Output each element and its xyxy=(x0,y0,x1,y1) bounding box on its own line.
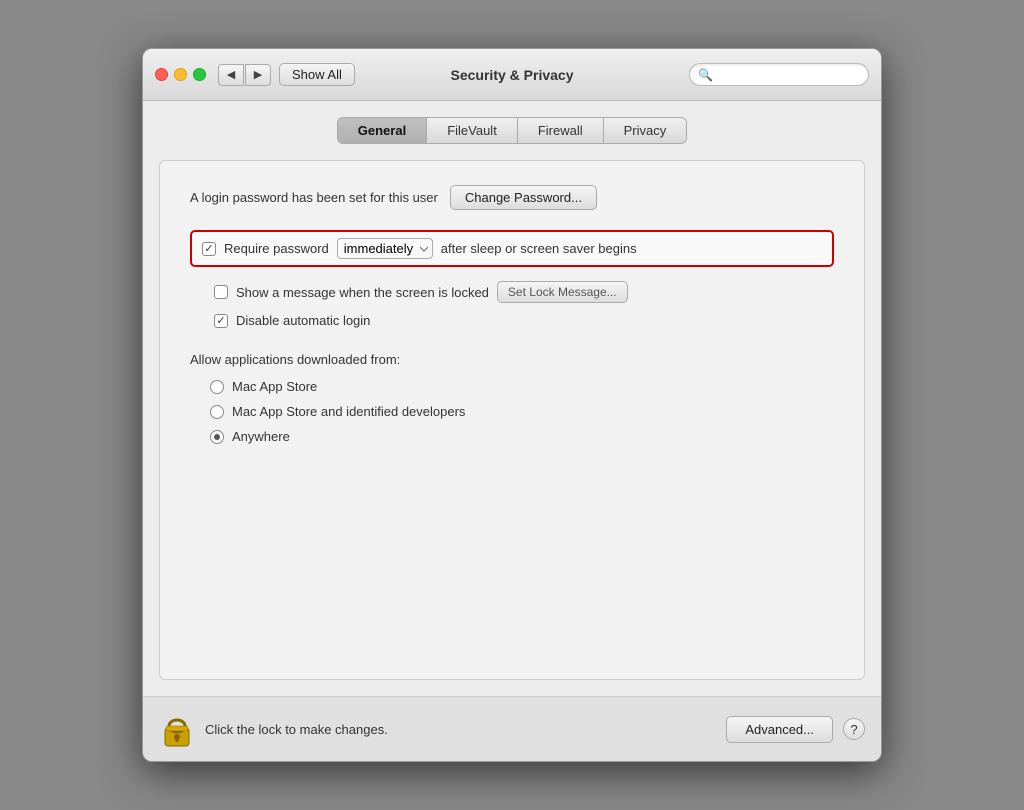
maximize-button[interactable] xyxy=(193,68,206,81)
show-message-row: Show a message when the screen is locked… xyxy=(210,281,834,303)
login-password-row: A login password has been set for this u… xyxy=(190,185,834,210)
content-area: General FileVault Firewall Privacy A log… xyxy=(143,101,881,696)
radio-label-mac-app-store: Mac App Store xyxy=(232,379,317,394)
require-password-label: Require password xyxy=(224,241,329,256)
tabs-container: General FileVault Firewall Privacy xyxy=(337,117,687,144)
require-password-checkbox[interactable] xyxy=(202,242,216,256)
disable-autologin-row: Disable automatic login xyxy=(210,313,834,328)
lock-text: Click the lock to make changes. xyxy=(205,722,716,737)
disable-autologin-label: Disable automatic login xyxy=(236,313,370,328)
show-message-label: Show a message when the screen is locked xyxy=(236,285,489,300)
search-box[interactable]: 🔍 xyxy=(689,63,869,86)
main-panel: A login password has been set for this u… xyxy=(159,160,865,680)
set-lock-message-button[interactable]: Set Lock Message... xyxy=(497,281,628,303)
change-password-button[interactable]: Change Password... xyxy=(450,185,597,210)
radio-label-anywhere: Anywhere xyxy=(232,429,290,444)
disable-autologin-checkbox[interactable] xyxy=(214,314,228,328)
traffic-lights xyxy=(155,68,206,81)
minimize-button[interactable] xyxy=(174,68,187,81)
radio-group: Mac App Store Mac App Store and identifi… xyxy=(210,379,834,444)
search-input[interactable] xyxy=(717,67,860,82)
after-sleep-text: after sleep or screen saver begins xyxy=(441,241,637,256)
allow-apps-label: Allow applications downloaded from: xyxy=(190,352,834,367)
nav-buttons: ◀ ▶ xyxy=(218,64,271,86)
require-password-row: Require password immediately after sleep… xyxy=(190,230,834,267)
tab-firewall[interactable]: Firewall xyxy=(518,118,604,143)
tab-general[interactable]: General xyxy=(338,118,427,143)
advanced-button[interactable]: Advanced... xyxy=(726,716,833,743)
immediately-select[interactable]: immediately xyxy=(337,238,433,259)
lock-icon[interactable] xyxy=(159,709,195,749)
show-message-checkbox[interactable] xyxy=(214,285,228,299)
radio-mac-app-store[interactable] xyxy=(210,380,224,394)
titlebar: ◀ ▶ Show All Security & Privacy 🔍 xyxy=(143,49,881,101)
lock-svg xyxy=(162,710,192,748)
search-icon: 🔍 xyxy=(698,68,713,82)
back-button[interactable]: ◀ xyxy=(218,64,244,86)
tab-privacy[interactable]: Privacy xyxy=(604,118,687,143)
radio-label-identified-developers: Mac App Store and identified developers xyxy=(232,404,465,419)
help-button[interactable]: ? xyxy=(843,718,865,740)
radio-row-identified: Mac App Store and identified developers xyxy=(210,404,834,419)
tabs-bar: General FileVault Firewall Privacy xyxy=(159,117,865,144)
radio-identified-developers[interactable] xyxy=(210,405,224,419)
main-window: ◀ ▶ Show All Security & Privacy 🔍 Genera… xyxy=(142,48,882,762)
tab-filevault[interactable]: FileVault xyxy=(427,118,518,143)
show-all-button[interactable]: Show All xyxy=(279,63,355,86)
radio-row-anywhere: Anywhere xyxy=(210,429,834,444)
window-title: Security & Privacy xyxy=(451,67,574,83)
close-button[interactable] xyxy=(155,68,168,81)
login-password-text: A login password has been set for this u… xyxy=(190,190,438,205)
forward-button[interactable]: ▶ xyxy=(245,64,271,86)
bottom-bar: Click the lock to make changes. Advanced… xyxy=(143,696,881,761)
radio-row-mac-app-store: Mac App Store xyxy=(210,379,834,394)
radio-anywhere[interactable] xyxy=(210,430,224,444)
